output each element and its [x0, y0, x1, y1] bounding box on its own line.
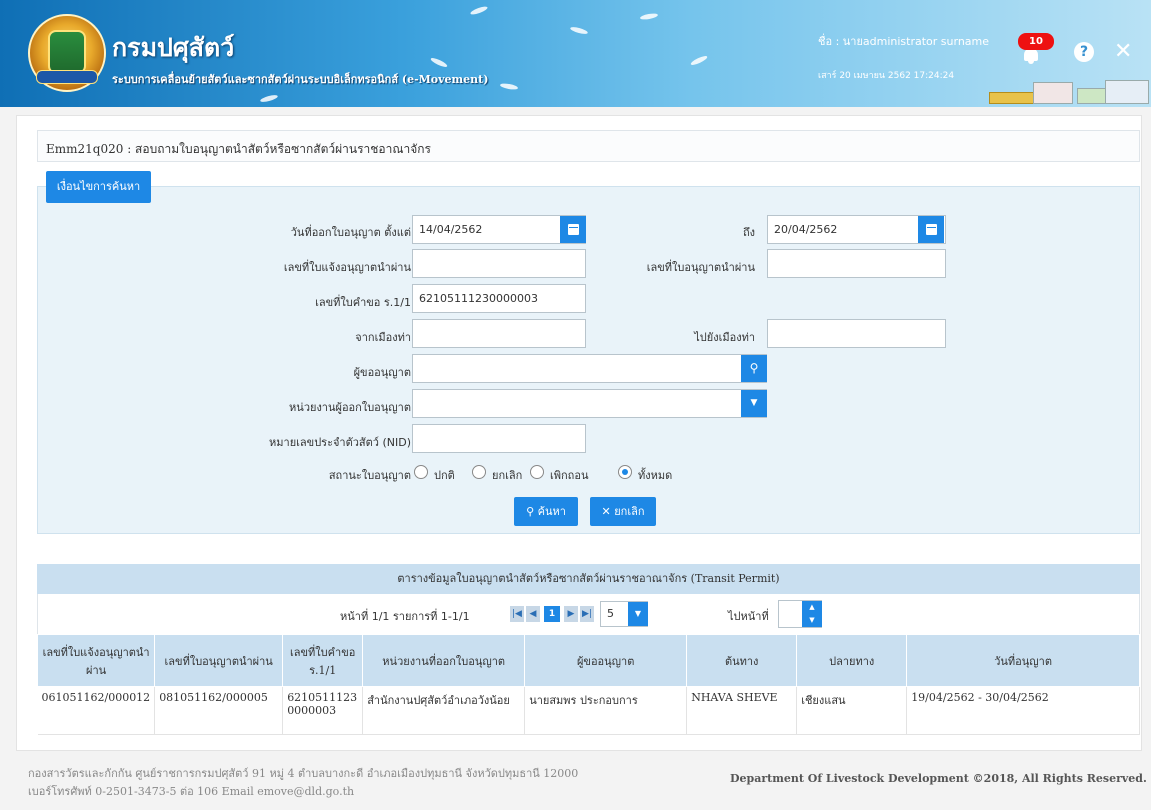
from-port-label: จากเมืองท่า: [355, 331, 411, 344]
app-header: กรมปศุสัตว์ ระบบการเคลื่อนย้ายสัตว์และซา…: [0, 0, 1151, 107]
table-cell: สำนักงานปศุสัตว์อำเภอวังน้อย: [362, 686, 526, 735]
table-cell: NHAVA SHEVE: [686, 686, 798, 735]
search-panel: วันที่ออกใบอนุญาต ตั้งแต่ ถึง เลขที่ใบแจ…: [37, 186, 1140, 534]
date-from-label: วันที่ออกใบอนุญาต ตั้งแต่: [290, 226, 411, 239]
last-page-button[interactable]: ▶|: [580, 606, 594, 622]
table-cell: 62105111230000003: [282, 686, 364, 735]
footer-copyright: Department Of Livestock Development ©201…: [730, 772, 1147, 785]
goto-label: ไปหน้าที่: [728, 610, 769, 623]
table-cell: 19/04/2562 - 30/04/2562: [906, 686, 1140, 735]
table-header-row: เลขที่ใบแจ้งอนุญาตนำผ่าน เลขที่ใบอนุญาตน…: [36, 634, 1140, 687]
notify-no-field[interactable]: [412, 249, 586, 278]
nid-label: หมายเลขประจำตัวสัตว์ (NID): [269, 436, 411, 449]
permit-table: เลขที่ใบแจ้งอนุญาตนำผ่าน เลขที่ใบอนุญาตน…: [36, 634, 1140, 735]
column-header[interactable]: เลขที่ใบแจ้งอนุญาตนำผ่าน: [36, 634, 156, 687]
table-cell: นายสมพร ประกอบการ: [524, 686, 688, 735]
status-radio-cancelled[interactable]: [472, 465, 486, 479]
to-port-label: ไปยังเมืองท่า: [694, 331, 755, 344]
chevron-down-icon[interactable]: ▼: [741, 390, 767, 417]
notification-badge[interactable]: 10: [1018, 33, 1054, 50]
next-page-button[interactable]: ▶: [564, 606, 578, 622]
page-title: Emm21q020 : สอบถามใบอนุญาตนำสัตว์หรือซาก…: [37, 130, 1140, 162]
app-subtitle: ระบบการเคลื่อนย้ายสัตว์และซากสัตว์ผ่านระ…: [112, 73, 489, 86]
status-radio-all[interactable]: [618, 465, 632, 479]
first-page-button[interactable]: |◀: [510, 606, 524, 622]
column-header[interactable]: หน่วยงานที่ออกใบอนุญาต: [362, 634, 526, 687]
content-card: Emm21q020 : สอบถามใบอนุญาตนำสัตว์หรือซาก…: [16, 115, 1142, 751]
calendar-icon[interactable]: [560, 216, 586, 243]
status-label: สถานะใบอนุญาต: [328, 469, 411, 482]
cancel-button[interactable]: ✕ ยกเลิก: [590, 497, 656, 526]
pager: หน้าที่ 1/1 รายการที่ 1-1/1 |◀ ◀ 1 ▶ ▶| …: [37, 594, 1140, 634]
department-logo: [28, 14, 106, 92]
column-header[interactable]: เลขที่ใบคำขอ ร.1/1: [282, 634, 364, 687]
request-no-label: เลขที่ใบคำขอ ร.1/1: [315, 296, 411, 309]
request-no-field[interactable]: [412, 284, 586, 313]
applicant-field[interactable]: [412, 354, 767, 383]
close-icon: ✕: [601, 505, 615, 518]
table-cell: เชียงแสน: [796, 686, 908, 735]
table-cell: 061051162/000012: [37, 686, 156, 735]
status-radio-revoked[interactable]: [530, 465, 544, 479]
page-number-button[interactable]: 1: [544, 606, 560, 622]
status-option-label: ทั้งหมด: [638, 469, 673, 482]
footer-contact-line: เบอร์โทรศัพท์ 0-2501-3473-5 ต่อ 106 Emai…: [28, 785, 355, 798]
agency-select[interactable]: [412, 389, 767, 418]
column-header[interactable]: ปลายทาง: [796, 634, 908, 687]
date-to-label: ถึง: [742, 226, 755, 239]
footer-address-line: กองสารวัตรและกักกัน ศูนย์ราชการกรมปศุสัต…: [28, 767, 579, 780]
pager-info: หน้าที่ 1/1 รายการที่ 1-1/1: [340, 610, 470, 623]
status-option-label: เพิกถอน: [550, 469, 589, 482]
search-icon: ⚲: [526, 505, 538, 518]
calendar-icon[interactable]: [918, 216, 944, 243]
status-radio-normal[interactable]: [414, 465, 428, 479]
help-icon[interactable]: ?: [1074, 42, 1094, 62]
to-port-field[interactable]: [767, 319, 946, 348]
column-header[interactable]: ต้นทาง: [686, 634, 798, 687]
current-datetime: เสาร์ 20 เมษายน 2562 17:24:24: [818, 71, 955, 81]
footer-address: กองสารวัตรและกักกัน ศูนย์ราชการกรมปศุสัต…: [28, 765, 578, 801]
status-option-label: ยกเลิก: [492, 469, 523, 482]
nid-field[interactable]: [412, 424, 586, 453]
close-icon[interactable]: ✕: [1114, 39, 1132, 64]
applicant-label: ผู้ขออนุญาต: [353, 366, 411, 379]
permit-no-label: เลขที่ใบอนุญาตนำผ่าน: [646, 261, 755, 274]
table-cell: 081051162/000005: [154, 686, 284, 735]
results-title: ตารางข้อมูลใบอนุญาตนำสัตว์หรือซากสัตว์ผ่…: [37, 564, 1140, 594]
search-icon[interactable]: ⚲: [741, 355, 767, 382]
user-name: ชื่อ : นายadministrator surname: [818, 35, 990, 48]
agency-label: หน่วยงานผู้ออกใบอนุญาต: [289, 401, 411, 414]
table-row[interactable]: 061051162/000012 081051162/000005 621051…: [37, 686, 1140, 735]
column-header[interactable]: ผู้ขออนุญาต: [524, 634, 688, 687]
prev-page-button[interactable]: ◀: [526, 606, 540, 622]
column-header[interactable]: วันที่อนุญาต: [906, 634, 1140, 687]
notify-no-label: เลขที่ใบแจ้งอนุญาตนำผ่าน: [283, 261, 411, 274]
app-title: กรมปศุสัตว์: [112, 33, 235, 62]
from-port-field[interactable]: [412, 319, 586, 348]
search-button[interactable]: ⚲ ค้นหา: [514, 497, 578, 526]
chevron-down-icon[interactable]: ▼: [628, 602, 648, 626]
status-option-label: ปกติ: [434, 469, 455, 482]
tab-search-conditions[interactable]: เงื่อนไขการค้นหา: [46, 171, 151, 203]
permit-no-field[interactable]: [767, 249, 946, 278]
trucks-illustration: [985, 76, 1151, 106]
column-header[interactable]: เลขที่ใบอนุญาตนำผ่าน: [154, 634, 284, 687]
stepper-icon[interactable]: ▲ ▼: [802, 601, 822, 627]
